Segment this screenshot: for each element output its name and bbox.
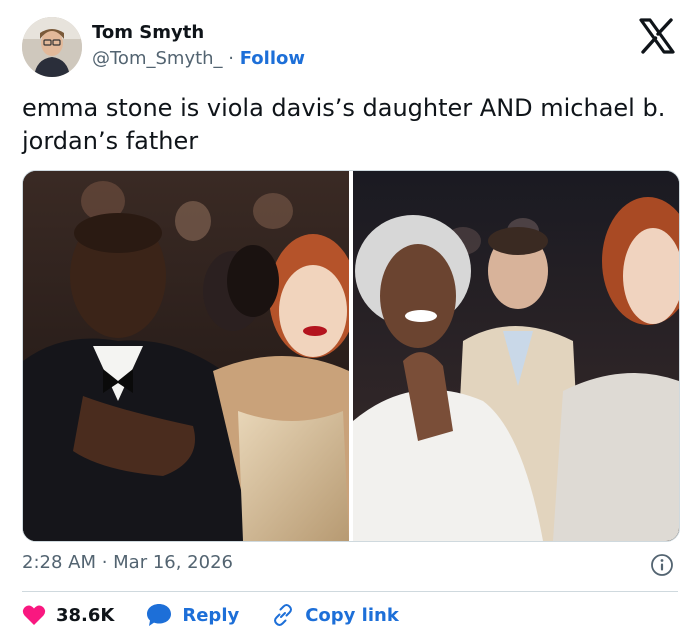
like-count: 38.6K bbox=[56, 604, 115, 626]
reply-button[interactable]: Reply bbox=[146, 603, 239, 627]
copy-link-label: Copy link bbox=[305, 604, 399, 626]
author-handle[interactable]: @Tom_Smyth_ bbox=[92, 48, 223, 69]
follow-button[interactable]: Follow bbox=[240, 48, 305, 69]
author-name[interactable]: Tom Smyth bbox=[92, 22, 204, 43]
tweet-media[interactable] bbox=[22, 170, 680, 542]
reply-bubble-icon bbox=[147, 604, 172, 626]
heart-icon bbox=[22, 605, 46, 625]
avatar[interactable] bbox=[22, 17, 82, 77]
copy-link-button[interactable]: Copy link bbox=[271, 603, 399, 627]
link-icon bbox=[274, 604, 293, 626]
reply-label: Reply bbox=[182, 604, 240, 626]
action-bar: 38.6K Reply Copy link bbox=[22, 602, 399, 628]
separator: · bbox=[222, 48, 240, 69]
tweet-text: emma stone is viola davis’s daughter AND… bbox=[22, 94, 666, 155]
x-logo-icon[interactable] bbox=[637, 18, 677, 54]
tweet-timestamp[interactable]: 2:28 AM · Mar 16, 2026 bbox=[22, 552, 233, 573]
info-icon[interactable] bbox=[650, 553, 674, 577]
photo-left bbox=[23, 171, 357, 541]
like-button[interactable]: 38.6K bbox=[22, 604, 114, 626]
divider bbox=[22, 591, 678, 592]
author-handle-row: @Tom_Smyth_ · Follow bbox=[92, 48, 305, 69]
photo-right bbox=[353, 171, 679, 541]
